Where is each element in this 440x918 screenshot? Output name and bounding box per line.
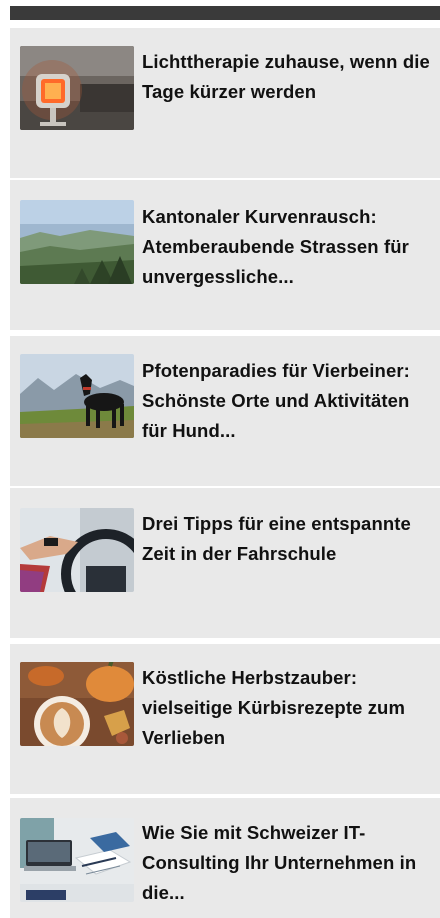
alpine-valley-image	[20, 200, 134, 284]
pumpkins-and-latte-image	[20, 662, 134, 746]
top-bar	[10, 6, 440, 20]
article-thumbnail-4[interactable]	[20, 508, 134, 592]
article-title-1[interactable]: Lichttherapie zuhause, wenn die Tage kür…	[142, 47, 434, 107]
laptop-desk-image	[20, 818, 134, 902]
article-title-5[interactable]: Köstliche Herbstzauber: vielseitige Kürb…	[142, 663, 434, 753]
article-thumbnail-2[interactable]	[20, 200, 134, 284]
article-thumbnail-1[interactable]	[20, 46, 134, 130]
article-title-3[interactable]: Pfotenparadies für Vierbeiner: Schönste …	[142, 356, 434, 446]
hands-on-steering-wheel-image	[20, 508, 134, 592]
article-thumbnail-5[interactable]	[20, 662, 134, 746]
article-title-2[interactable]: Kantonaler Kurvenrausch: Atemberaubende …	[142, 202, 434, 292]
article-title-4[interactable]: Drei Tipps für eine entspannte Zeit in d…	[142, 509, 434, 569]
article-thumbnail-3[interactable]	[20, 354, 134, 438]
article-title-6[interactable]: Wie Sie mit Schweizer IT-Consulting Ihr …	[142, 818, 434, 908]
dog-in-mountains-image	[20, 354, 134, 438]
article-thumbnail-6[interactable]	[20, 818, 134, 902]
infrared-lamp-image	[20, 46, 134, 130]
